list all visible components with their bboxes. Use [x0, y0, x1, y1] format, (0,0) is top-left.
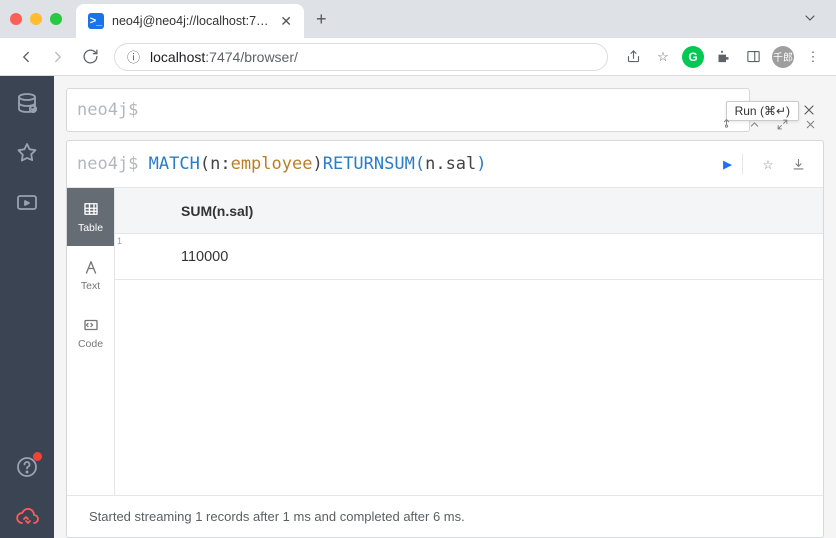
cypher-keyword: MATCH — [149, 154, 200, 174]
terminal-icon: >_ — [88, 13, 104, 29]
favorites-star-icon[interactable] — [14, 140, 40, 166]
notification-dot-icon — [33, 452, 42, 461]
fullscreen-icon[interactable] — [771, 113, 793, 135]
url-host: localhost — [150, 49, 205, 65]
main-pane: neo4j$ ▶ Run (⌘↵) neo4j$ — [54, 76, 836, 538]
result-prompt: neo4j$ — [77, 154, 138, 174]
help-icon[interactable] — [14, 454, 40, 480]
cypher-text: (n: — [200, 154, 231, 174]
command-editor[interactable]: neo4j$ ▶ — [66, 88, 750, 132]
close-tab-icon[interactable]: ✕ — [280, 13, 292, 30]
database-icon[interactable] — [14, 90, 40, 116]
tab-strip: >_ neo4j@neo4j://localhost:7687 ✕ + — [0, 0, 836, 38]
app: neo4j$ ▶ Run (⌘↵) neo4j$ — [0, 76, 836, 538]
left-rail — [0, 76, 54, 538]
forward-button[interactable] — [44, 43, 72, 71]
extensions-icon[interactable] — [712, 46, 734, 68]
cypher-label: employee — [231, 154, 313, 174]
row-number: 1 — [117, 236, 122, 246]
maximize-window-button[interactable] — [50, 13, 62, 25]
browser-tab[interactable]: >_ neo4j@neo4j://localhost:7687 ✕ — [76, 4, 304, 38]
view-tab-label: Table — [78, 222, 103, 234]
result-table: SUM(n.sal) 1 110000 — [115, 188, 823, 495]
window-controls — [10, 13, 62, 25]
guides-monitor-icon[interactable] — [14, 190, 40, 216]
close-window-button[interactable] — [10, 13, 22, 25]
share-icon[interactable] — [622, 46, 644, 68]
side-panel-icon[interactable] — [742, 46, 764, 68]
cypher-text: ) — [312, 154, 322, 174]
command-editor-row: neo4j$ ▶ — [66, 88, 824, 132]
pin-icon[interactable] — [715, 113, 737, 135]
cypher-function: SUM( — [384, 154, 425, 174]
address-bar[interactable]: ⓘ localhost :7474/browser/ — [114, 43, 608, 71]
cloud-sync-icon[interactable] — [14, 504, 40, 530]
favorite-query-icon[interactable]: ☆ — [753, 149, 783, 179]
profile-avatar[interactable]: 千郎 — [772, 46, 794, 68]
cell-value: 110000 — [115, 249, 228, 265]
reload-button[interactable] — [76, 43, 104, 71]
view-tabs: Table Text Code — [67, 188, 115, 495]
result-card: Run (⌘↵) neo4j$ MATCH (n:employee) RETUR… — [66, 140, 824, 538]
editor-prompt: neo4j$ — [77, 100, 138, 120]
view-tab-table[interactable]: Table — [67, 188, 114, 246]
cypher-keyword: RETURN — [323, 154, 384, 174]
table-row: 1 110000 — [115, 234, 823, 280]
menu-icon[interactable]: ⋮ — [802, 46, 824, 68]
tabs-dropdown-icon[interactable] — [802, 10, 818, 29]
tab-title: neo4j@neo4j://localhost:7687 — [112, 14, 272, 28]
card-toolbar — [715, 113, 821, 135]
cypher-arg: n.sal — [425, 154, 476, 174]
minimize-window-button[interactable] — [30, 13, 42, 25]
new-tab-button[interactable]: + — [316, 9, 327, 30]
toolbar: ⓘ localhost :7474/browser/ ☆ G 千郎 ⋮ — [0, 38, 836, 76]
result-body: Table Text Code SUM(n.sal) — [67, 188, 823, 495]
back-button[interactable] — [12, 43, 40, 71]
browser-chrome: >_ neo4j@neo4j://localhost:7687 ✕ + ⓘ lo… — [0, 0, 836, 76]
view-tab-label: Code — [78, 338, 103, 350]
collapse-icon[interactable] — [743, 113, 765, 135]
column-header: SUM(n.sal) — [131, 203, 253, 219]
site-info-icon[interactable]: ⓘ — [127, 47, 140, 66]
result-query-display: neo4j$ MATCH (n:employee) RETURN SUM(n.s… — [67, 141, 823, 188]
view-tab-text[interactable]: Text — [67, 246, 114, 304]
rerun-button[interactable]: ▶ — [723, 155, 732, 173]
close-card-icon[interactable] — [799, 113, 821, 135]
table-header: SUM(n.sal) — [115, 188, 823, 234]
cypher-function: ) — [476, 154, 486, 174]
view-tab-code[interactable]: Code — [67, 304, 114, 362]
view-tab-label: Text — [81, 280, 100, 292]
result-footer: Started streaming 1 records after 1 ms a… — [67, 495, 823, 537]
bookmark-star-icon[interactable]: ☆ — [652, 46, 674, 68]
grammarly-extension-icon[interactable]: G — [682, 46, 704, 68]
url-path: :7474/browser/ — [205, 49, 298, 65]
download-icon[interactable] — [783, 149, 813, 179]
